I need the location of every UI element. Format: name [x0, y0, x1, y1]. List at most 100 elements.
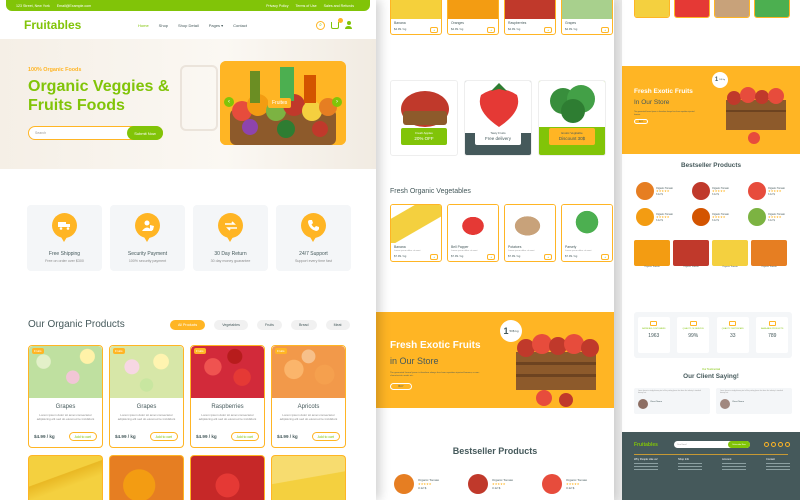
tile-name: Organic Tomato: [683, 266, 699, 268]
testimonial-subtitle: Our Testimonial: [702, 368, 720, 371]
product-price: 3.12 $: [768, 192, 775, 196]
feature-title: Security Payment: [127, 251, 168, 257]
product-card[interactable]: Grapes $4.99 / kg +: [561, 0, 613, 35]
tab-bread[interactable]: Bread: [290, 320, 317, 330]
promo-banner[interactable]: Fresh Apples 20% OFF: [390, 80, 458, 156]
promo-label: Tasty Fruits Free delivery: [475, 128, 521, 145]
hero-section: 100% Organic Foods Organic Veggies & Fru…: [0, 39, 376, 169]
nav-contact[interactable]: Contact: [233, 23, 247, 28]
bestseller-item[interactable]: Organic Tomato ★★★★★ 3.12 $: [692, 208, 744, 226]
category-tag: Fruits: [275, 348, 287, 354]
add-to-cart-button[interactable]: Add to cart: [149, 432, 178, 441]
add-to-cart-button[interactable]: Add to cart: [68, 432, 97, 441]
carousel-next-button[interactable]: ›: [332, 97, 342, 107]
bestseller-item[interactable]: Organic Tomato ★★★★★ 3.12 $: [394, 474, 439, 494]
site-logo[interactable]: Fruitables: [24, 18, 138, 32]
product-card[interactable]: Raspberries $4.99 / kg +: [504, 0, 556, 35]
add-to-cart-button[interactable]: +: [601, 254, 609, 260]
tab-meat[interactable]: Meat: [325, 320, 350, 330]
add-to-cart-button[interactable]: +: [430, 254, 438, 260]
product-thumb: [748, 182, 766, 200]
promo-main-text: Discount 30$: [558, 136, 586, 141]
product-card[interactable]: Bell Papper Lorem ipsum dolor sit amet $…: [447, 204, 499, 262]
product-description: Lorem ipsum dolor sit amet consectetur a…: [36, 413, 95, 421]
promo-banners: Fresh Apples 20% OFF Tasty Fruits Free d…: [390, 80, 606, 156]
bestseller-item[interactable]: Organic Tomato ★★★★★ 3.12 $: [636, 208, 688, 226]
bestseller-item[interactable]: Organic Tomato ★★★★★ 3.12 $: [748, 208, 800, 226]
bestseller-item[interactable]: Organic Tomato ★★★★★ 3.12 $: [748, 182, 800, 200]
product-card[interactable]: Banana Lorem ipsum dolor sit amet $7.99 …: [390, 204, 442, 262]
promo-main-text: Free delivery: [484, 136, 511, 141]
product-image: [391, 205, 441, 243]
youtube-icon[interactable]: [778, 442, 783, 447]
tile-card[interactable]: Organic Tomato: [712, 240, 748, 269]
product-card[interactable]: Fruits Raspberries Lorem ipsum dolor sit…: [190, 345, 265, 448]
feature-subtitle: 30 day money guarantee: [210, 259, 251, 263]
tile-card[interactable]: Organic Tomato: [673, 240, 709, 269]
user-icon[interactable]: [345, 21, 352, 29]
bestseller-item[interactable]: Organic Tomato ★★★★★ 3.12 $: [542, 474, 587, 494]
buy-button[interactable]: BUY: [634, 119, 648, 124]
price-badge: 1 50$ kg: [500, 320, 522, 342]
add-to-cart-button[interactable]: +: [487, 27, 495, 33]
product-card[interactable]: [754, 0, 790, 18]
promo-banner[interactable]: Tasty Fruits Free delivery: [464, 80, 532, 156]
nav-home[interactable]: Home: [138, 23, 149, 28]
product-card[interactable]: Oranges $4.99 / kg +: [447, 0, 499, 35]
add-to-cart-button[interactable]: +: [544, 27, 552, 33]
hero-search-input[interactable]: Search Submit Now: [28, 126, 163, 140]
nav-shop[interactable]: Shop: [159, 23, 168, 28]
subscribe-button[interactable]: Subscribe Now: [728, 441, 750, 448]
add-to-cart-button[interactable]: Add to cart: [230, 432, 259, 441]
product-card[interactable]: Banana $4.99 / kg +: [390, 0, 442, 35]
promo-top-text: Tasty Fruits: [490, 131, 506, 135]
buy-button[interactable]: BUY: [390, 383, 412, 390]
tab-fruits[interactable]: Fruits: [256, 320, 282, 330]
bestseller-item[interactable]: Organic Tomato ★★★★★ 3.12 $: [468, 474, 513, 494]
product-card[interactable]: Parsely Lorem ipsum dolor sit amet $7.99…: [561, 204, 613, 262]
carousel-prev-button[interactable]: ‹: [224, 97, 234, 107]
bestseller-item[interactable]: Organic Tomato ★★★★★ 3.12 $: [636, 182, 688, 200]
search-icon[interactable]: ⌕: [316, 20, 325, 30]
tab-all-products[interactable]: All Products: [170, 320, 206, 330]
newsletter-input[interactable]: Your Email Subscribe Now: [674, 441, 750, 448]
facebook-icon[interactable]: [771, 442, 776, 447]
footer-column-title: Shop Info: [678, 458, 690, 461]
linkedin-icon[interactable]: [785, 442, 790, 447]
product-image: [751, 240, 787, 266]
promo-banner[interactable]: Exotic Vegitable Discount 30$: [538, 80, 606, 156]
terms-link[interactable]: Terms of Use: [295, 4, 316, 8]
product-card[interactable]: Fruits Apricots Lorem ipsum dolor sit am…: [271, 345, 346, 448]
nav-pages[interactable]: Pages ▾: [209, 23, 223, 28]
product-card[interactable]: [634, 0, 670, 18]
add-to-cart-button[interactable]: +: [487, 254, 495, 260]
tab-vegetables[interactable]: Vegetables: [214, 320, 248, 330]
exotic-subtitle: in Our Store: [390, 356, 439, 366]
tile-card[interactable]: Organic Tomato: [751, 240, 787, 269]
product-card[interactable]: Potatoes Lorem ipsum dolor sit amet $7.9…: [504, 204, 556, 262]
product-card[interactable]: Fruits Grapes Lorem ipsum dolor sit amet…: [28, 345, 103, 448]
cart-icon[interactable]: [331, 17, 343, 29]
sales-link[interactable]: Sales and Refunds: [324, 4, 354, 8]
exotic-fruits-banner: Fresh Exotic Fruits in Our Store The gen…: [376, 312, 614, 408]
nav-shop-detail[interactable]: Shop Detail: [178, 23, 199, 28]
submit-now-button[interactable]: Submit Now: [127, 126, 163, 140]
product-card[interactable]: [714, 0, 750, 18]
add-to-cart-button[interactable]: +: [430, 27, 438, 33]
product-grid: Fruits Grapes Lorem ipsum dolor sit amet…: [28, 345, 346, 448]
promo-main-text: 20% OFF: [414, 136, 434, 141]
product-card[interactable]: [674, 0, 710, 18]
tile-card[interactable]: Organic Tomato: [634, 240, 670, 269]
privacy-link[interactable]: Privacy Policy: [266, 4, 288, 8]
add-to-cart-button[interactable]: +: [601, 27, 609, 33]
product-name: Grapes: [136, 404, 157, 410]
footer-columns: Why People Like us! Shop Info Account Co…: [634, 458, 790, 472]
user-shield-icon: [135, 213, 160, 242]
product-card[interactable]: Fruits Grapes Lorem ipsum dolor sit amet…: [109, 345, 184, 448]
add-to-cart-button[interactable]: Add to cart: [311, 432, 340, 441]
add-to-cart-button[interactable]: +: [544, 254, 552, 260]
twitter-icon[interactable]: [764, 442, 769, 447]
showcase-stage: 123 Street, New York Email@Example.com P…: [0, 0, 800, 500]
bestseller-item[interactable]: Organic Tomato ★★★★★ 3.12 $: [692, 182, 744, 200]
footer-logo[interactable]: Fruitables: [634, 442, 658, 448]
